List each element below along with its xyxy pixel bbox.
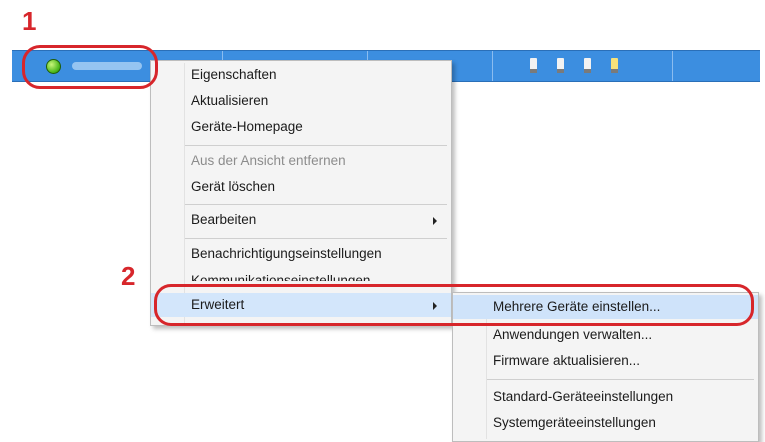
toner-indicator-icon — [611, 58, 618, 73]
context-menu: Eigenschaften Aktualisieren Geräte-Homep… — [150, 60, 452, 326]
menu-separator — [487, 379, 754, 380]
menu-item-label: Anwendungen verwalten... — [493, 327, 653, 342]
menu-item-refresh[interactable]: Aktualisieren — [151, 89, 451, 113]
menu-item-edit[interactable]: Bearbeiten — [151, 208, 451, 232]
device-name[interactable] — [72, 62, 142, 70]
menu-item-label: Kommunikationseinstellungen — [191, 273, 371, 281]
menu-item-notification-settings[interactable]: Benachrichtigungseinstellungen — [151, 242, 451, 266]
menu-item-label: Mehrere Geräte einstellen... — [493, 299, 661, 314]
menu-item-label: Geräte-Homepage — [191, 119, 303, 134]
menu-item-communication-settings[interactable]: Kommunikationseinstellungen — [151, 271, 451, 281]
menu-item-label: Benachrichtigungseinstellungen — [191, 246, 382, 261]
menu-item-properties[interactable]: Eigenschaften — [151, 63, 451, 87]
toner-indicator-icon — [584, 58, 591, 73]
menu-item-label: Erweitert — [191, 297, 245, 312]
green-status-dot-icon — [46, 59, 61, 74]
menu-item-advanced[interactable]: Erweitert — [151, 293, 451, 317]
menu-separator — [185, 204, 447, 205]
menu-item-label: Bearbeiten — [191, 212, 257, 227]
menu-item-label: Systemgeräteeinstellungen — [493, 415, 656, 430]
toner-indicator-icon — [530, 58, 537, 73]
menu-item-label: Aus der Ansicht entfernen — [191, 153, 346, 168]
menu-item-label: Firmware aktualisieren... — [493, 353, 641, 368]
menu-item-remove-from-view: Aus der Ansicht entfernen — [151, 149, 451, 173]
step-number-2: 2 — [121, 261, 136, 291]
submenu-arrow-icon — [433, 217, 437, 225]
advanced-submenu: Mehrere Geräte einstellen... Anwendungen… — [452, 292, 759, 442]
step-number-1: 1 — [22, 6, 37, 36]
menu-item-label: Aktualisieren — [191, 93, 269, 108]
toner-indicator-icon — [557, 58, 564, 73]
submenu-arrow-icon — [433, 302, 437, 310]
menu-item-label: Gerät löschen — [191, 179, 276, 194]
menu-item-default-device-settings[interactable]: Standard-Geräteeinstellungen — [453, 385, 758, 409]
menu-item-device-homepage[interactable]: Geräte-Homepage — [151, 115, 451, 139]
menu-item-system-device-settings[interactable]: Systemgeräteeinstellungen — [453, 411, 758, 435]
menu-item-update-firmware[interactable]: Firmware aktualisieren... — [453, 349, 758, 373]
menu-item-label: Standard-Geräteeinstellungen — [493, 389, 674, 404]
menu-item-configure-multiple-devices[interactable]: Mehrere Geräte einstellen... — [453, 295, 758, 319]
menu-separator — [185, 145, 447, 146]
menu-item-label: Eigenschaften — [191, 67, 277, 82]
column-separator — [492, 51, 493, 81]
menu-item-delete-device[interactable]: Gerät löschen — [151, 175, 451, 199]
menu-separator — [185, 238, 447, 239]
column-separator — [672, 51, 673, 81]
menu-item-manage-applications[interactable]: Anwendungen verwalten... — [453, 323, 758, 347]
